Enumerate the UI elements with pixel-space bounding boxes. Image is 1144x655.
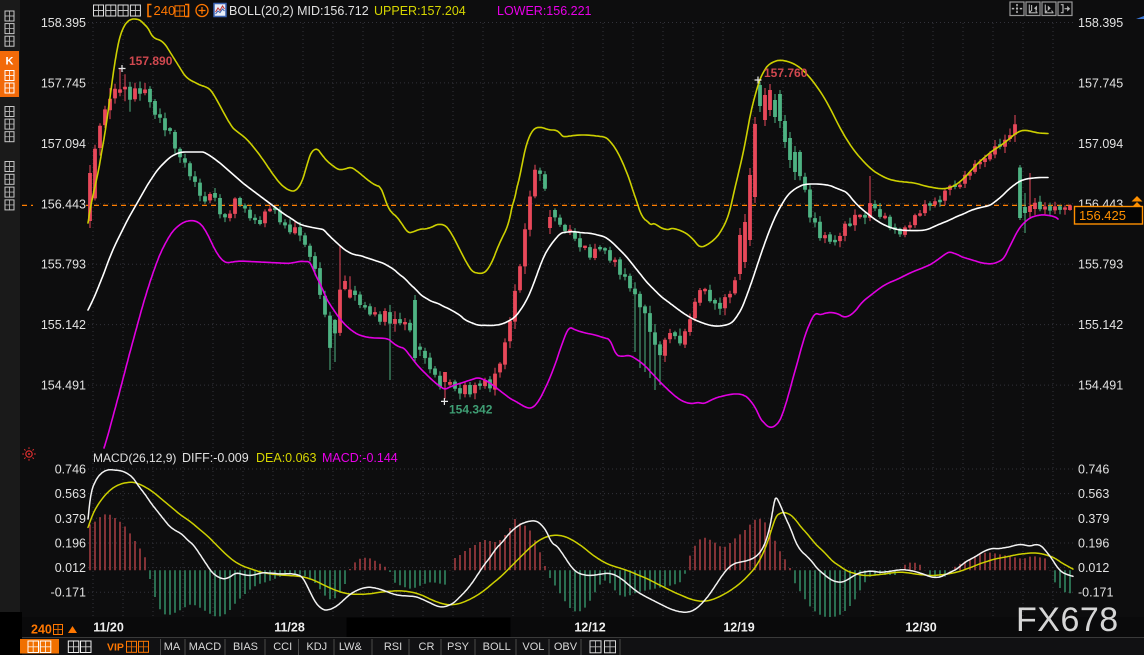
svg-text:PSY: PSY — [447, 641, 470, 653]
svg-text:240: 240 — [31, 623, 52, 637]
svg-text:157.745: 157.745 — [1078, 76, 1123, 90]
svg-text:157.094: 157.094 — [41, 137, 86, 151]
svg-text:157.890: 157.890 — [129, 54, 173, 68]
svg-text:0.746: 0.746 — [1078, 463, 1109, 477]
svg-text:FX678: FX678 — [1016, 601, 1119, 639]
svg-text:CR: CR — [419, 641, 435, 653]
svg-text:MA: MA — [164, 641, 181, 653]
svg-text:154.342: 154.342 — [449, 403, 493, 417]
svg-text:0.746: 0.746 — [55, 463, 86, 477]
svg-text:K: K — [6, 56, 14, 68]
svg-text:DEA:0.063: DEA:0.063 — [256, 451, 317, 465]
svg-text:MACD: MACD — [189, 641, 221, 653]
svg-text:12/19: 12/19 — [723, 621, 754, 635]
svg-text:12/12: 12/12 — [574, 621, 605, 635]
svg-text:BOLL: BOLL — [483, 641, 511, 653]
svg-text:VOL: VOL — [522, 641, 544, 653]
svg-text:158.395: 158.395 — [1078, 16, 1123, 30]
svg-text:156.425: 156.425 — [1079, 208, 1126, 223]
svg-text:157.094: 157.094 — [1078, 137, 1123, 151]
svg-text:VIP: VIP — [107, 642, 124, 654]
svg-text:-0.171: -0.171 — [1078, 586, 1113, 600]
svg-text:-0.171: -0.171 — [51, 586, 86, 600]
svg-text:0.196: 0.196 — [55, 537, 86, 551]
svg-text:154.491: 154.491 — [1078, 379, 1123, 393]
svg-text:155.793: 155.793 — [41, 258, 86, 272]
svg-text:CCI: CCI — [273, 641, 292, 653]
svg-text:UPPER:157.204: UPPER:157.204 — [374, 4, 466, 18]
svg-text:0.563: 0.563 — [1078, 487, 1109, 501]
svg-text:LW&: LW& — [339, 641, 363, 653]
svg-text:157.760: 157.760 — [764, 66, 808, 80]
svg-text:0.012: 0.012 — [55, 561, 86, 575]
svg-text:0.196: 0.196 — [1078, 537, 1109, 551]
svg-text:0.379: 0.379 — [55, 512, 86, 526]
svg-text:MACD(26,12,9): MACD(26,12,9) — [93, 451, 176, 465]
svg-text:157.745: 157.745 — [41, 76, 86, 90]
svg-text:0.563: 0.563 — [55, 487, 86, 501]
svg-text:156.443: 156.443 — [41, 197, 86, 211]
svg-text:158.395: 158.395 — [41, 16, 86, 30]
svg-text:KDJ: KDJ — [306, 641, 327, 653]
svg-text:12/30: 12/30 — [905, 621, 936, 635]
svg-text:11/20: 11/20 — [93, 621, 124, 635]
svg-text:240: 240 — [154, 3, 176, 18]
svg-text:154.491: 154.491 — [41, 379, 86, 393]
svg-text:0.012: 0.012 — [1078, 561, 1109, 575]
svg-text:155.793: 155.793 — [1078, 258, 1123, 272]
svg-text:RSI: RSI — [384, 641, 402, 653]
svg-text:LOWER:156.221: LOWER:156.221 — [497, 4, 592, 18]
svg-text:11/28: 11/28 — [274, 621, 305, 635]
svg-text:BIAS: BIAS — [233, 641, 258, 653]
svg-text:MACD:-0.144: MACD:-0.144 — [322, 451, 398, 465]
svg-text:0.379: 0.379 — [1078, 512, 1109, 526]
svg-text:155.142: 155.142 — [1078, 318, 1123, 332]
svg-text:DIFF:-0.009: DIFF:-0.009 — [182, 451, 249, 465]
svg-text:BOLL(20,2) MID:156.712: BOLL(20,2) MID:156.712 — [229, 4, 369, 18]
svg-text:155.142: 155.142 — [41, 318, 86, 332]
svg-text:OBV: OBV — [554, 641, 578, 653]
